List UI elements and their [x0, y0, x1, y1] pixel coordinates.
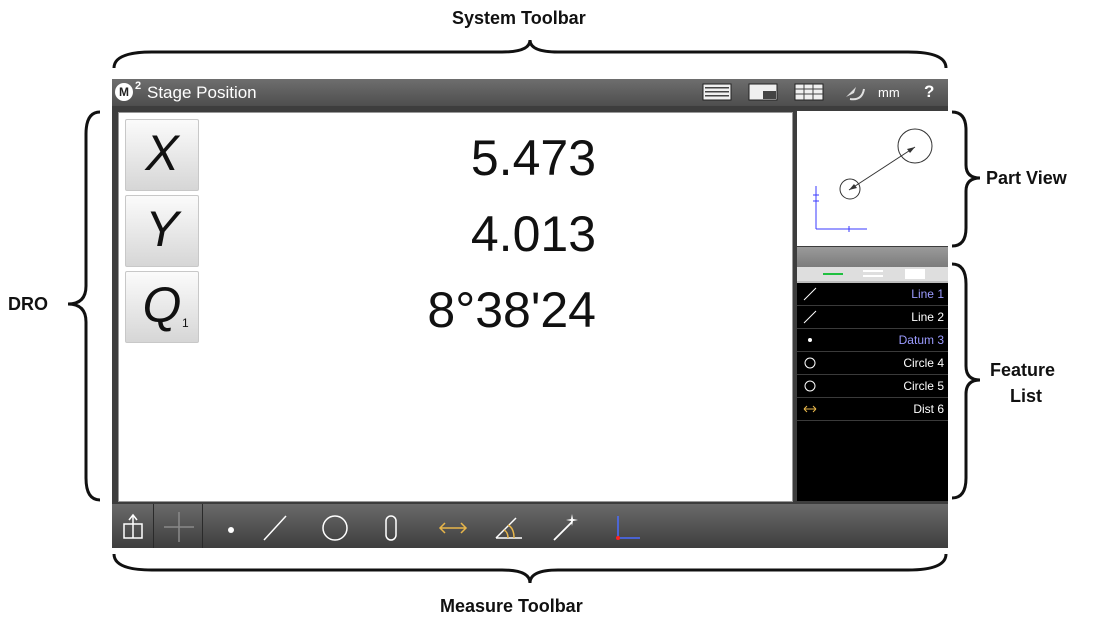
- application-window: M 2 Stage Position mm ? X 5.473 Y 4.013 …: [112, 79, 948, 548]
- dro-annotation: DRO: [8, 294, 48, 314]
- part-view-annotation: Part View: [986, 168, 1067, 188]
- help-button[interactable]: ?: [924, 82, 934, 102]
- point-icon[interactable]: [214, 510, 248, 544]
- feature-list: Line 1 Line 2 Datum 3 Circle 4 Circle 5 …: [797, 283, 948, 501]
- magic-wand-icon[interactable]: [548, 510, 582, 544]
- distance-icon[interactable]: [436, 510, 470, 544]
- part-view-brace: [951, 110, 981, 248]
- feature-list-divider[interactable]: [797, 247, 948, 267]
- circle-icon: [804, 380, 816, 392]
- part-view-icon[interactable]: [748, 83, 778, 101]
- toolbar-separator: [202, 504, 203, 548]
- feature-label: Circle 4: [903, 356, 944, 370]
- feature-row-circle-4[interactable]: Circle 4: [797, 352, 948, 375]
- feature-label: Circle 5: [903, 379, 944, 393]
- screen-title: Stage Position: [147, 83, 257, 102]
- circle-icon: [804, 357, 816, 369]
- axis-q-value: 8°38'24: [427, 282, 596, 338]
- feature-label: Line 2: [911, 310, 944, 324]
- dro-brace: [67, 110, 101, 502]
- feature-list-brace: [951, 262, 981, 500]
- feature-label: Dist 6: [913, 402, 944, 416]
- toolbar-separator: [153, 504, 154, 548]
- axis-y-button[interactable]: Y: [125, 195, 199, 267]
- feature-row-line-1[interactable]: Line 1: [797, 283, 948, 306]
- axis-x-value: 5.473: [470, 130, 596, 186]
- slot-icon[interactable]: [374, 510, 408, 544]
- probe-icon[interactable]: [116, 510, 150, 544]
- feature-row-circle-5[interactable]: Circle 5: [797, 375, 948, 398]
- feature-row-datum-3[interactable]: Datum 3: [797, 329, 948, 352]
- list-tab-icon[interactable]: [863, 269, 883, 279]
- skew-icon[interactable]: [610, 510, 644, 544]
- line-tab-icon[interactable]: [823, 271, 843, 277]
- circle-icon[interactable]: [318, 510, 352, 544]
- feature-label: Datum 3: [898, 333, 944, 347]
- axis-y-label: Y: [145, 201, 179, 257]
- feature-list-annotation-2: List: [1010, 386, 1043, 406]
- system-toolbar-brace: [112, 39, 948, 69]
- system-toolbar: M 2 Stage Position mm ?: [112, 79, 948, 106]
- m2-logo[interactable]: M: [115, 83, 133, 101]
- system-toolbar-annotation: System Toolbar: [452, 8, 586, 28]
- part-view-drawing: [813, 128, 933, 232]
- part-view-panel[interactable]: [797, 111, 948, 246]
- feature-list-tabs: [797, 267, 948, 283]
- undo-icon[interactable]: [840, 83, 870, 103]
- dro-display-icon[interactable]: [702, 83, 732, 101]
- measure-toolbar-brace: [112, 553, 948, 584]
- feature-list-annotation-1: Feature: [990, 360, 1056, 380]
- crosshair-icon[interactable]: [162, 510, 196, 544]
- axis-q-subscript: 1: [182, 316, 189, 330]
- measure-toolbar-annotation: Measure Toolbar: [440, 596, 583, 616]
- line-icon: [803, 287, 817, 301]
- axis-x-button[interactable]: X: [125, 119, 199, 191]
- axis-x-label: X: [145, 125, 179, 181]
- distance-icon: [803, 405, 817, 413]
- angle-icon[interactable]: [492, 510, 526, 544]
- feature-row-dist-6[interactable]: Dist 6: [797, 398, 948, 421]
- dro-panel: X 5.473 Y 4.013 Q 1 8°38'24: [118, 112, 793, 502]
- line-icon[interactable]: [258, 510, 292, 544]
- feature-row-line-2[interactable]: Line 2: [797, 306, 948, 329]
- axis-y-value: 4.013: [470, 206, 596, 262]
- blank-tab-icon[interactable]: [905, 268, 925, 280]
- measure-toolbar: [112, 504, 948, 548]
- logo-superscript: 2: [135, 80, 142, 92]
- point-icon: [808, 338, 812, 342]
- feature-table-icon[interactable]: [794, 83, 824, 101]
- axis-q-button[interactable]: Q 1: [125, 271, 199, 343]
- feature-label: Line 1: [911, 287, 944, 301]
- units-button[interactable]: mm: [878, 85, 900, 100]
- line-icon: [803, 310, 817, 324]
